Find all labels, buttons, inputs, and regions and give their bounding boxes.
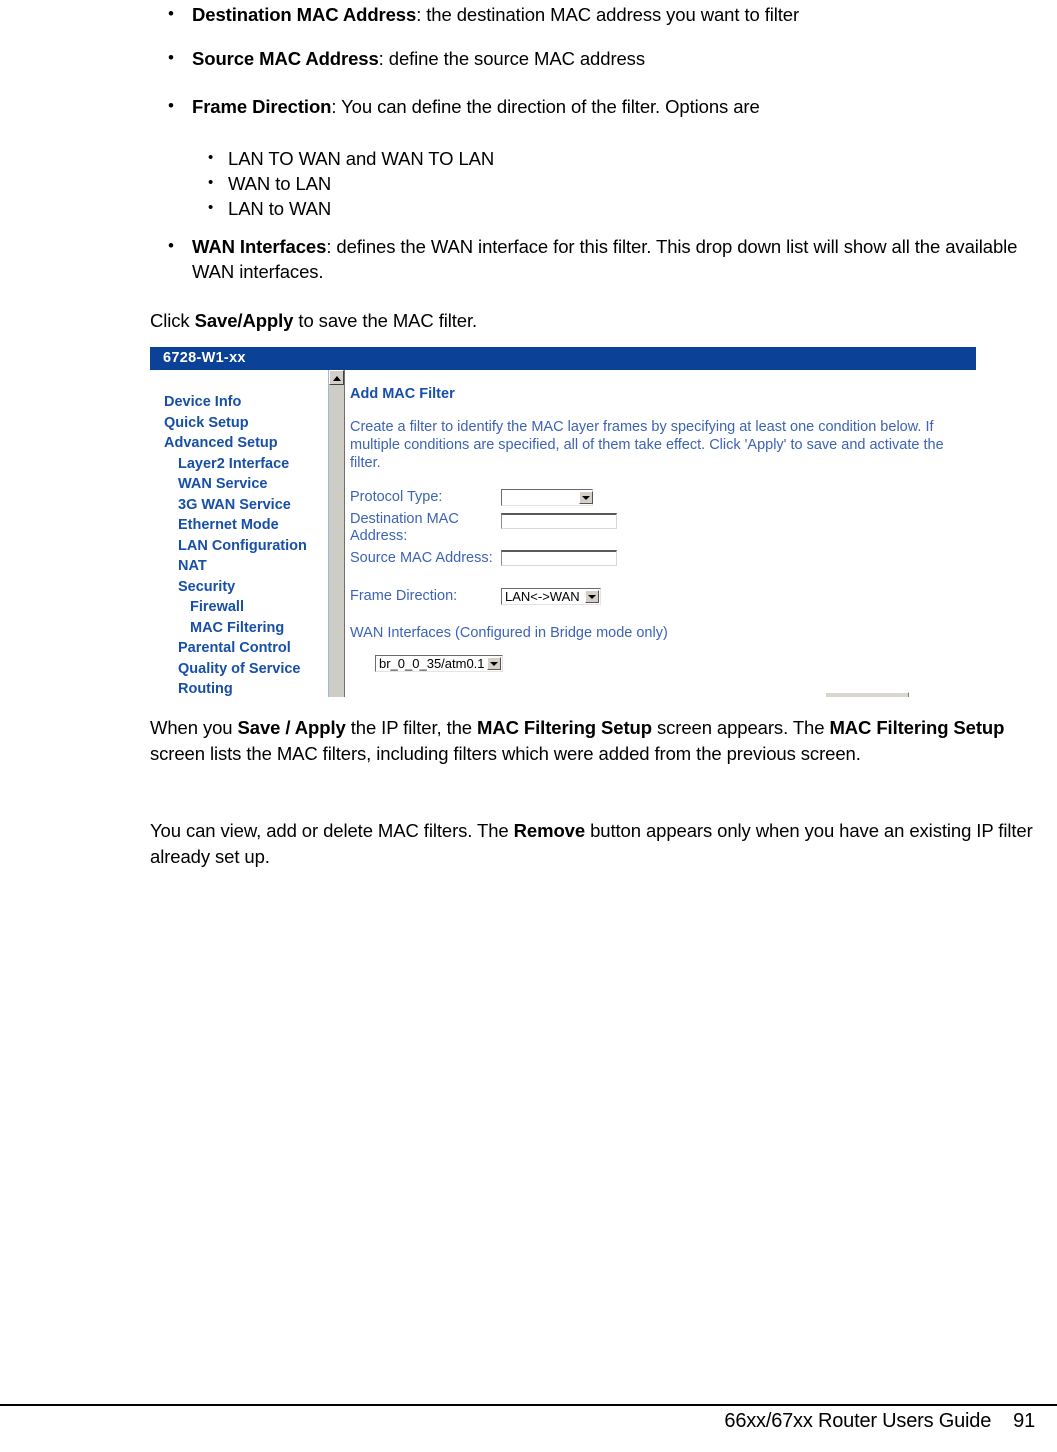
- click-save-apply-line: Click Save/Apply to save the MAC filter.: [150, 308, 1030, 334]
- sidebar-item-device-info[interactable]: Device Info: [150, 392, 325, 413]
- click-suffix: to save the MAC filter.: [293, 310, 478, 331]
- chevron-down-icon[interactable]: [579, 491, 593, 504]
- bullet-wan-interfaces: • WAN Interfaces: defines the WAN interf…: [150, 234, 1040, 284]
- sidebar-item-layer2-interface[interactable]: Layer2 Interface: [150, 454, 325, 475]
- sub-bullet-lan-to-wan-and-wan-to-lan: • LAN TO WAN and WAN TO LAN: [150, 146, 950, 171]
- para1-bold3: MAC Filtering Setup: [829, 717, 1005, 738]
- bullet-term: Source MAC Address: [192, 48, 379, 69]
- sidebar-item-firewall[interactable]: Firewall: [150, 597, 325, 618]
- footer: 66xx/67xx Router Users Guide 91: [724, 1410, 1035, 1433]
- sub-bullet-text: WAN to LAN: [228, 173, 332, 194]
- destination-mac-label: Destination MAC Address:: [350, 511, 459, 544]
- apply-save-button[interactable]: Apply/Save: [825, 692, 909, 697]
- bullet-frame-direction: • Frame Direction: You can define the di…: [150, 94, 1040, 119]
- sidebar-item-parental-control[interactable]: Parental Control: [150, 638, 325, 659]
- frame-direction-select[interactable]: LAN<->WAN: [501, 588, 601, 605]
- form-row-destination-mac: Destination MAC Address:: [350, 507, 617, 545]
- router-content-pane: Add MAC Filter Create a filter to identi…: [350, 370, 970, 697]
- sub-bullet-text: LAN TO WAN and WAN TO LAN: [228, 148, 495, 169]
- wan-interfaces-section-label: WAN Interfaces (Configured in Bridge mod…: [350, 625, 668, 641]
- para1-part4: screen lists the MAC filters, including …: [150, 743, 861, 764]
- sidebar-item-advanced-setup[interactable]: Advanced Setup: [150, 433, 325, 454]
- form-row-protocol-type: Protocol Type:: [350, 489, 617, 507]
- bullet-text: WAN Interfaces: defines the WAN interfac…: [192, 234, 1037, 284]
- sidebar-item-quality-of-service[interactable]: Quality of Service: [150, 659, 325, 680]
- wan-interface-select-wrapper: br_0_0_35/atm0.1: [375, 655, 503, 673]
- router-window-body: Device Info Quick Setup Advanced Setup L…: [150, 370, 976, 697]
- wan-interface-value: br_0_0_35/atm0.1: [379, 656, 485, 671]
- sidebar-item-quick-setup[interactable]: Quick Setup: [150, 413, 325, 434]
- form-row-source-mac: Source MAC Address:: [350, 545, 617, 571]
- sidebar-item-mac-filtering[interactable]: MAC Filtering: [150, 618, 325, 639]
- bullet-desc: : You can define the direction of the fi…: [331, 96, 760, 117]
- frame-direction-form: Frame Direction: LAN<->WAN: [350, 588, 601, 606]
- router-ui-screenshot: 6728-W1-xx Device Info Quick Setup Advan…: [150, 347, 976, 697]
- sidebar-item-3g-wan-service[interactable]: 3G WAN Service: [150, 495, 325, 516]
- para1-part2: the IP filter, the: [345, 717, 478, 738]
- bullet-term: WAN Interfaces: [192, 236, 327, 257]
- paragraph-mac-filtering-setup: When you Save / Apply the IP filter, the…: [150, 715, 1040, 767]
- chevron-down-icon[interactable]: [486, 657, 501, 670]
- sidebar-item-nat[interactable]: NAT: [150, 556, 325, 577]
- sidebar-item-lan-configuration[interactable]: LAN Configuration: [150, 536, 325, 557]
- router-window-title: 6728-W1-xx: [150, 347, 976, 370]
- bullet-desc: : define the source MAC address: [378, 48, 645, 69]
- sidebar-item-ethernet-mode[interactable]: Ethernet Mode: [150, 515, 325, 536]
- sub-bullet-text: LAN to WAN: [228, 198, 332, 219]
- router-sidebar-nav: Device Info Quick Setup Advanced Setup L…: [150, 370, 325, 697]
- para2-part1: You can view, add or delete MAC filters.…: [150, 820, 514, 841]
- para1-bold1: Save / Apply: [237, 717, 346, 738]
- frame-direction-label: Frame Direction:: [350, 588, 458, 604]
- bullet-marker: •: [208, 174, 214, 191]
- protocol-type-select[interactable]: [501, 489, 593, 506]
- destination-mac-input[interactable]: [501, 513, 617, 529]
- footer-guide-title: 66xx/67xx Router Users Guide: [724, 1410, 992, 1432]
- source-mac-label: Source MAC Address:: [350, 550, 493, 566]
- bullet-term: Frame Direction: [192, 96, 332, 117]
- bullet-destination-mac: • Destination MAC Address: the destinati…: [150, 2, 1040, 27]
- para1-bold2: MAC Filtering Setup: [477, 717, 652, 738]
- para1-part1: When you: [150, 717, 238, 738]
- bullet-text: Destination MAC Address: the destination…: [192, 2, 799, 27]
- frame-direction-value: LAN<->WAN: [505, 589, 580, 604]
- bullet-marker: •: [208, 199, 214, 216]
- sidebar-item-wan-service[interactable]: WAN Service: [150, 474, 325, 495]
- bullet-term: Destination MAC Address: [192, 4, 417, 25]
- vertical-scrollbar[interactable]: [328, 370, 345, 697]
- click-bold: Save/Apply: [194, 310, 294, 331]
- protocol-type-label: Protocol Type:: [350, 489, 443, 505]
- scroll-up-arrow-icon[interactable]: [329, 370, 344, 385]
- sidebar-item-security[interactable]: Security: [150, 577, 325, 598]
- mac-filter-form: Protocol Type: Destination MAC Address:: [350, 489, 617, 571]
- para2-bold1: Remove: [513, 820, 586, 841]
- bullet-marker: •: [168, 48, 174, 67]
- bullet-marker: •: [168, 4, 174, 23]
- bullet-desc: : the destination MAC address you want t…: [416, 4, 800, 25]
- sub-bullet-wan-to-lan: • WAN to LAN: [150, 171, 950, 196]
- form-row-frame-direction: Frame Direction: LAN<->WAN: [350, 588, 601, 606]
- page-title: Add MAC Filter: [350, 386, 455, 402]
- bullet-marker: •: [168, 96, 174, 115]
- bullet-marker: •: [208, 149, 214, 166]
- bullet-source-mac: • Source MAC Address: define the source …: [150, 46, 1040, 71]
- chevron-down-icon[interactable]: [585, 590, 599, 603]
- page-description: Create a filter to identify the MAC laye…: [350, 419, 944, 471]
- para1-part3: screen appears. The: [651, 717, 830, 738]
- wan-interface-select[interactable]: br_0_0_35/atm0.1: [375, 655, 503, 672]
- bullet-text: Source MAC Address: define the source MA…: [192, 46, 645, 71]
- click-prefix: Click: [150, 310, 195, 331]
- paragraph-remove-button: You can view, add or delete MAC filters.…: [150, 818, 1040, 870]
- document-page: • Destination MAC Address: the destinati…: [0, 0, 1057, 1452]
- footer-divider: [0, 1404, 1057, 1406]
- bullet-text: Frame Direction: You can define the dire…: [192, 94, 760, 119]
- sub-bullet-lan-to-wan: • LAN to WAN: [150, 196, 950, 221]
- sidebar-item-routing[interactable]: Routing: [150, 679, 325, 697]
- page-number: 91: [1013, 1410, 1035, 1432]
- bullet-marker: •: [168, 236, 174, 255]
- source-mac-input[interactable]: [501, 550, 617, 566]
